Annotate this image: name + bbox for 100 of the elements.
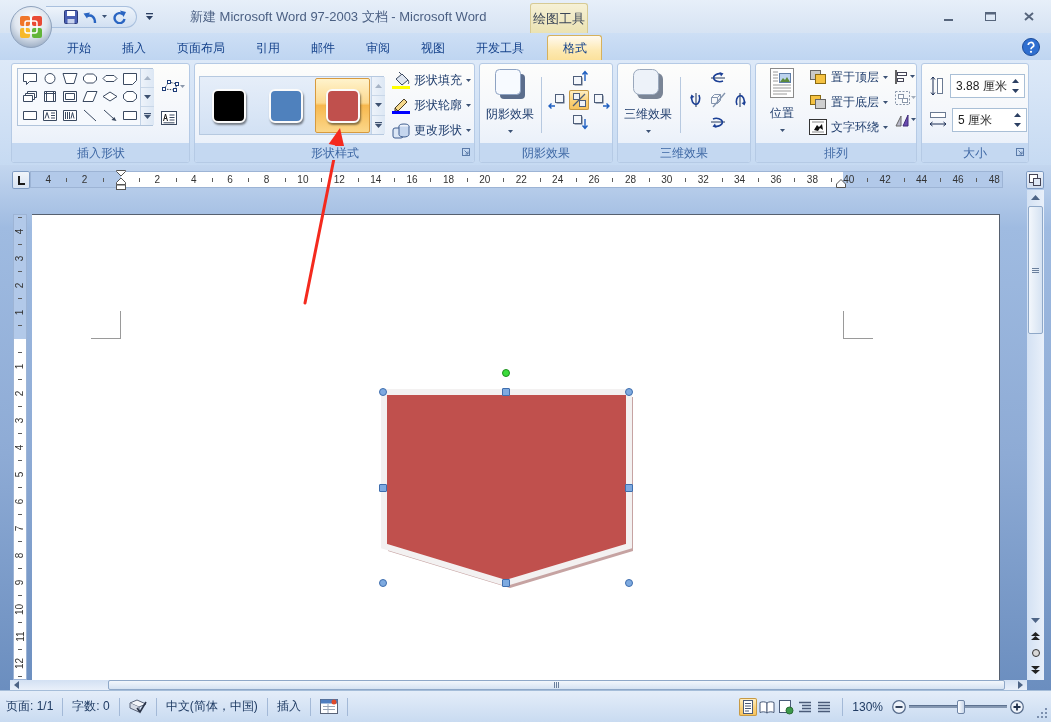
text-box-icon[interactable] — [161, 111, 177, 125]
resize-handle[interactable] — [625, 388, 633, 396]
line-shape-icon[interactable] — [82, 109, 98, 122]
ribbon-tab[interactable]: 引用 — [240, 35, 296, 60]
shape-width-field[interactable]: 5 厘米 — [952, 108, 1027, 132]
arrange-command[interactable]: 置于底层 — [807, 91, 890, 113]
edit-points-icon[interactable] — [161, 79, 185, 93]
book-with-check-icon[interactable] — [128, 699, 147, 714]
scroll-down-arrow-icon[interactable] — [1031, 618, 1040, 623]
vertical-ruler[interactable]: 4 3 2 1 1 2 3 4 5 6 7 8 9 10 11 12 — [13, 214, 27, 680]
ribbon-tab[interactable]: 开发工具 — [460, 35, 540, 60]
position-button[interactable]: 位置 — [761, 65, 803, 132]
horizontal-ruler[interactable]: 4 2 2 4 6 8 10 12 14 16 18 20 22 24 26 28 30 32 34 36 38 40 42 44 46 48 — [30, 171, 1003, 188]
spin-down-icon[interactable] — [1014, 123, 1021, 127]
resize-handle[interactable] — [379, 579, 387, 587]
redo-icon[interactable] — [112, 9, 126, 24]
shape-height-field[interactable]: 3.88 厘米 — [950, 74, 1025, 98]
mirrored-triangles-icon[interactable] — [894, 112, 916, 128]
dashed-squares-icon[interactable] — [894, 90, 916, 106]
office-button[interactable] — [10, 6, 52, 48]
tab-stop-selector-icon[interactable] — [12, 171, 30, 189]
page-count[interactable]: 页面: 1/1 — [6, 698, 54, 715]
arrange-command[interactable]: 置于顶层 — [807, 66, 890, 88]
page-with-dot-view-icon[interactable] — [777, 697, 796, 716]
ribbon-tab[interactable]: 邮件 — [295, 35, 351, 60]
resize-handle[interactable] — [625, 484, 633, 492]
square-arrow-right-icon[interactable] — [592, 91, 610, 109]
shape-style-command[interactable]: 更改形状 — [390, 119, 473, 141]
double-down-arrow-icon[interactable] — [1031, 666, 1040, 674]
rounded-octagon-icon[interactable] — [122, 90, 138, 104]
trapezoid-shape-icon[interactable] — [62, 71, 78, 85]
shadow-effects-button[interactable]: 阴影效果 — [483, 66, 537, 133]
resize-handle[interactable] — [379, 388, 387, 396]
style-swatch[interactable] — [325, 88, 360, 123]
gallery-more-icon[interactable] — [144, 113, 151, 119]
arrange-command[interactable]: 文字环绕 — [807, 116, 890, 138]
page-view-icon[interactable] — [739, 697, 758, 716]
indent-marker-icon[interactable] — [116, 170, 126, 190]
double-up-arrow-icon[interactable] — [1031, 632, 1040, 640]
scroll-right-arrow-icon[interactable] — [1018, 681, 1023, 689]
shape-style-command[interactable]: 形状填充 — [390, 69, 473, 91]
text-box-shape-icon[interactable] — [42, 109, 58, 122]
customize-toolbar-icon[interactable] — [146, 13, 153, 20]
zoom-slider-thumb[interactable] — [956, 699, 965, 714]
zoom-level[interactable]: 130% — [852, 699, 883, 714]
bevel-square-icon[interactable] — [62, 90, 78, 104]
folded-corner-icon[interactable] — [122, 71, 138, 85]
vertical-text-box-icon[interactable] — [62, 109, 78, 122]
spin-down-icon[interactable] — [1012, 89, 1019, 93]
three-d-effects-button[interactable]: 三维效果 — [620, 66, 676, 133]
scroll-up-arrow-icon[interactable] — [1031, 195, 1040, 200]
resize-handle[interactable] — [502, 388, 510, 396]
scroll-down-icon[interactable] — [375, 103, 382, 108]
speech-callout-icon[interactable] — [22, 71, 38, 85]
insert-mode-indicator[interactable]: 插入 — [276, 698, 301, 715]
squares-with-slash-icon[interactable] — [569, 90, 589, 110]
shape-style-command[interactable]: 形状轮廓 — [390, 94, 473, 116]
dialog-launcher-icon[interactable] — [462, 148, 470, 156]
rectangle-shape-icon[interactable] — [22, 109, 38, 122]
resize-handle[interactable] — [379, 484, 387, 492]
close-icon[interactable] — [1024, 12, 1034, 21]
stacked-documents-icon[interactable] — [22, 90, 38, 104]
style-swatch[interactable] — [211, 88, 246, 123]
arrow-line-icon[interactable] — [102, 109, 118, 122]
parallelogram-shape-icon[interactable] — [82, 90, 98, 104]
scroll-down-icon[interactable] — [144, 95, 151, 99]
minimize-icon[interactable] — [944, 18, 953, 21]
octagon-shape-icon[interactable] — [82, 71, 98, 85]
zoom-in-icon[interactable] — [1010, 699, 1024, 714]
ribbon-tab[interactable]: 格式 — [547, 35, 602, 60]
spin-up-icon[interactable] — [1014, 113, 1021, 117]
overlapping-pages-icon[interactable] — [1026, 171, 1044, 189]
help-icon[interactable] — [1022, 37, 1040, 56]
vertical-scrollbar[interactable] — [1027, 190, 1044, 680]
circle-icon[interactable] — [1031, 649, 1040, 657]
diamond-shape-icon[interactable] — [102, 90, 118, 104]
align-icon[interactable] — [894, 70, 916, 84]
rotation-handle[interactable] — [502, 369, 510, 377]
ribbon-tab[interactable]: 页面布局 — [161, 35, 241, 60]
ribbon-tab[interactable]: 开始 — [51, 35, 107, 60]
dialog-launcher-icon[interactable] — [1016, 148, 1024, 156]
save-icon[interactable] — [64, 9, 78, 24]
zoom-out-icon[interactable] — [892, 699, 906, 714]
scroll-left-arrow-icon[interactable] — [14, 681, 19, 689]
resize-handle[interactable] — [502, 579, 510, 587]
ribbon-tab[interactable]: 插入 — [106, 35, 162, 60]
style-swatch[interactable] — [268, 88, 303, 123]
resize-handle[interactable] — [625, 579, 633, 587]
word-count[interactable]: 字数: 0 — [72, 698, 110, 715]
gallery-more-icon[interactable] — [375, 121, 382, 128]
square-arrow-up-icon[interactable] — [570, 69, 588, 87]
rectangle-shape-icon[interactable] — [122, 109, 138, 122]
square-arrow-left-icon[interactable] — [548, 91, 566, 109]
dropdown-caret-icon[interactable] — [102, 15, 107, 18]
maximize-icon[interactable] — [985, 12, 996, 21]
language-indicator[interactable]: 中文(简体，中国) — [165, 698, 258, 715]
framed-square-icon[interactable] — [42, 90, 58, 104]
ribbon-tab[interactable]: 审阅 — [350, 35, 406, 60]
scrollbar-thumb[interactable] — [1028, 206, 1043, 334]
spin-up-icon[interactable] — [1012, 79, 1019, 83]
